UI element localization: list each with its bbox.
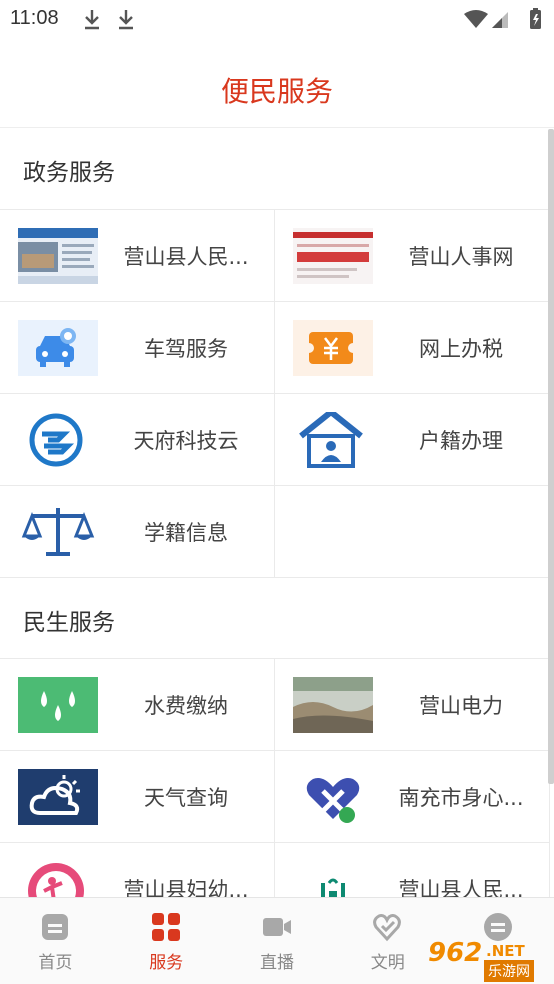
download-icon [119,10,133,30]
weather-cloud-sun-icon [18,769,98,825]
service-label: 车驾服务 [144,337,228,361]
nav-label: 服务 [149,953,184,973]
section-title-livelihood-services: 民生服务 [23,610,115,636]
service-item-student-record[interactable]: 学籍信息 [0,486,275,577]
gov-services-grid: 营山县人民... 营山人事网 车驾服务 网上办税 天府科技云 户籍办理 学籍信息 [0,209,550,578]
home-icon [42,914,68,940]
status-time: 11:08 [10,7,59,29]
service-label: 营山县妇幼... [123,878,249,897]
car-icon [18,320,98,376]
service-item-tech-cloud[interactable]: 天府科技云 [0,394,275,485]
watermark-text: 乐游网 [484,960,534,982]
nav-label: 直播 [259,953,294,973]
nav-item-live[interactable]: 直播 [222,898,333,984]
watermark-number: 962 [428,938,483,968]
service-label: 水费缴纳 [144,694,228,718]
site-watermark: 962 .NET 乐游网 [420,938,550,982]
nav-label: 首页 [38,953,73,973]
livelihood-services-grid: 水费缴纳 营山电力 天气查询 南充市身心... 营山县妇幼... 营山县人民..… [0,658,550,897]
service-item-county-hospital[interactable]: 营山县人民... [275,843,550,897]
watermark-suffix: .NET [486,942,525,960]
status-bar: 11:08 [0,0,554,40]
service-item-water-bill[interactable]: 水费缴纳 [0,659,275,750]
heart-hand-icon [373,914,402,942]
system-status-icons [464,8,541,29]
nav-item-home[interactable]: 首页 [0,898,111,984]
household-house-icon [293,412,373,468]
gov-site-thumbnail [18,228,98,284]
page-title: 便民服务 [220,75,333,108]
grid-icon [151,913,180,941]
heart-logo [293,769,373,825]
hr-site-thumbnail [293,228,373,284]
power-company-thumbnail [293,677,373,733]
scrollbar[interactable] [548,129,554,784]
water-drops-icon [18,677,98,733]
service-label: 营山人事网 [408,245,514,269]
service-label: 营山县人民... [398,878,524,897]
service-label: 天气查询 [144,786,228,810]
service-item-hr-site[interactable]: 营山人事网 [275,210,550,301]
service-item-vehicle[interactable]: 车驾服务 [0,302,275,393]
service-item-power[interactable]: 营山电力 [275,659,550,750]
scale-icon [18,504,98,560]
video-camera-icon [262,918,291,936]
service-label: 天府科技云 [133,429,239,453]
service-label: 网上办税 [419,337,503,361]
service-item-maternal-child[interactable]: 营山县妇幼... [0,843,275,897]
download-icon [85,10,99,30]
hospital-logo [293,861,373,897]
service-item-online-tax[interactable]: 网上办税 [275,302,550,393]
service-label: 南充市身心... [398,786,524,810]
section-title-gov-services: 政务服务 [23,160,115,186]
service-item-county-gov[interactable]: 营山县人民... [0,210,275,301]
service-item-mental-health[interactable]: 南充市身心... [275,751,550,842]
empty-cell [275,486,550,577]
service-label: 户籍办理 [419,429,503,453]
maternal-child-logo [18,861,98,897]
title-bar: 便民服务 [0,40,554,128]
service-label: 营山县人民... [123,245,249,269]
service-label: 学籍信息 [144,521,228,545]
tax-ticket-icon [293,320,373,376]
tech-cloud-logo [18,412,98,468]
service-label: 营山电力 [419,694,503,718]
nav-item-services[interactable]: 服务 [111,898,222,984]
service-item-household[interactable]: 户籍办理 [275,394,550,485]
service-list[interactable]: 政务服务 营山县人民... 营山人事网 车驾服务 网上办税 天府科技云 户籍办理… [0,129,554,897]
service-item-weather[interactable]: 天气查询 [0,751,275,842]
